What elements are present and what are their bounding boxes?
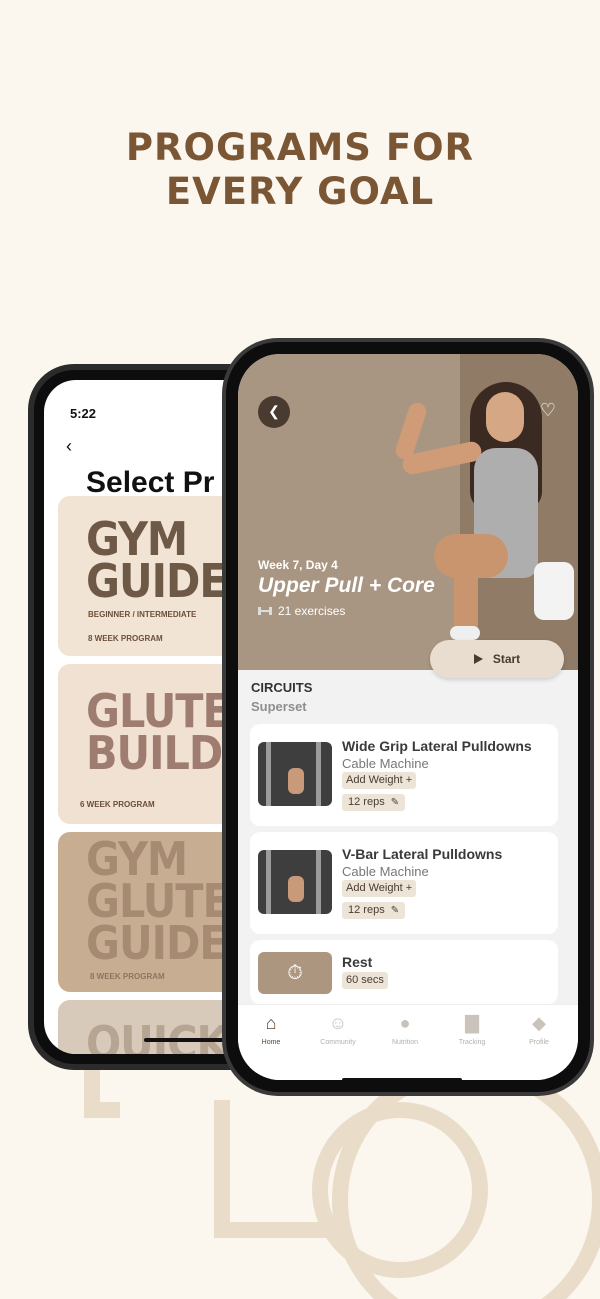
tab-label: Home	[261, 1039, 281, 1046]
rest-title: Rest	[342, 954, 373, 970]
exercise-equipment: Cable Machine	[342, 864, 429, 879]
edit-icon: ✎	[390, 905, 400, 916]
reps-value: 12 reps	[348, 904, 385, 916]
front-phone-frame: ❮ ♡ Week 7, Day 4 Upper Pull + Core 21 e…	[222, 338, 594, 1096]
tab-home[interactable]: ⌂ Home	[238, 1013, 304, 1046]
status-time: 5:22	[70, 406, 97, 421]
program-title-line: GUIDE	[86, 554, 228, 608]
exercise-card[interactable]: Wide Grip Lateral Pulldowns Cable Machin…	[250, 724, 558, 826]
exercise-count-row: 21 exercises	[258, 604, 345, 618]
exercise-thumbnail	[258, 742, 332, 806]
rest-duration: 60 secs	[342, 972, 388, 989]
edit-icon: ✎	[390, 797, 400, 808]
tab-label: Community	[320, 1039, 356, 1046]
tab-nutrition[interactable]: ● Nutrition	[372, 1013, 438, 1046]
tab-tracking[interactable]: ▇ Tracking	[439, 1013, 505, 1046]
tab-profile[interactable]: ◆ Profile	[506, 1013, 572, 1046]
tab-label: Profile	[529, 1039, 549, 1046]
profile-icon: ◆	[532, 1013, 546, 1033]
play-icon	[473, 654, 483, 664]
chevron-left-icon: ❮	[268, 403, 280, 419]
workout-title: Upper Pull + Core	[258, 574, 435, 597]
rest-card[interactable]: ⏱ Rest 60 secs	[250, 940, 558, 1004]
add-weight-button[interactable]: Add Weight +	[342, 880, 417, 897]
exercise-name: Wide Grip Lateral Pulldowns	[342, 738, 532, 754]
reps-chip[interactable]: 12 reps ✎	[342, 794, 406, 811]
home-icon: ⌂	[265, 1013, 277, 1033]
apple-icon: ●	[399, 1013, 411, 1033]
page-title: Select Pr	[86, 466, 215, 499]
back-button[interactable]: ❮	[258, 396, 290, 428]
page-headline: PROGRAMS FOR EVERY GOAL	[0, 126, 600, 214]
headline-line-1: PROGRAMS FOR	[125, 126, 475, 169]
workout-hero-image: ❮ ♡ Week 7, Day 4 Upper Pull + Core 21 e…	[238, 354, 578, 670]
program-title-line: GUIDE	[86, 916, 228, 970]
program-duration: 8 WEEK PROGRAM	[88, 634, 163, 643]
add-weight-button[interactable]: Add Weight +	[342, 772, 417, 789]
heart-icon[interactable]: ♡	[540, 400, 556, 421]
program-duration: 8 WEEK PROGRAM	[90, 972, 165, 981]
exercise-equipment: Cable Machine	[342, 756, 429, 771]
reps-chip[interactable]: 12 reps ✎	[342, 902, 406, 919]
timer-icon: ⏱	[258, 952, 332, 994]
headline-line-2: EVERY GOAL	[165, 170, 435, 213]
program-duration: 6 WEEK PROGRAM	[80, 800, 155, 809]
bottom-tab-bar: ⌂ Home ☺ Community ● Nutrition ▇ Trackin…	[238, 1004, 578, 1080]
community-icon: ☺	[328, 1013, 348, 1033]
subsection-heading: Superset	[251, 699, 307, 714]
section-heading: CIRCUITS	[251, 680, 313, 695]
start-button[interactable]: Start	[430, 640, 564, 678]
reps-value: 12 reps	[348, 796, 385, 808]
exercise-card[interactable]: V-Bar Lateral Pulldowns Cable Machine Ad…	[250, 832, 558, 934]
start-label: Start	[492, 652, 521, 666]
tab-label: Tracking	[458, 1039, 486, 1046]
tab-community[interactable]: ☺ Community	[305, 1013, 371, 1046]
program-level: BEGINNER / INTERMEDIATE	[88, 610, 197, 619]
back-chevron-icon[interactable]: ‹	[66, 436, 72, 457]
exercise-thumbnail	[258, 850, 332, 914]
workout-screen: ❮ ♡ Week 7, Day 4 Upper Pull + Core 21 e…	[238, 354, 578, 1080]
week-day-label: Week 7, Day 4	[258, 558, 338, 572]
exercise-name: V-Bar Lateral Pulldowns	[342, 846, 503, 862]
home-indicator	[342, 1078, 462, 1080]
dumbbell-icon	[258, 607, 272, 615]
tab-label: Nutrition	[391, 1039, 419, 1046]
exercise-count: 21 exercises	[278, 604, 346, 618]
bar-chart-icon: ▇	[465, 1013, 479, 1033]
